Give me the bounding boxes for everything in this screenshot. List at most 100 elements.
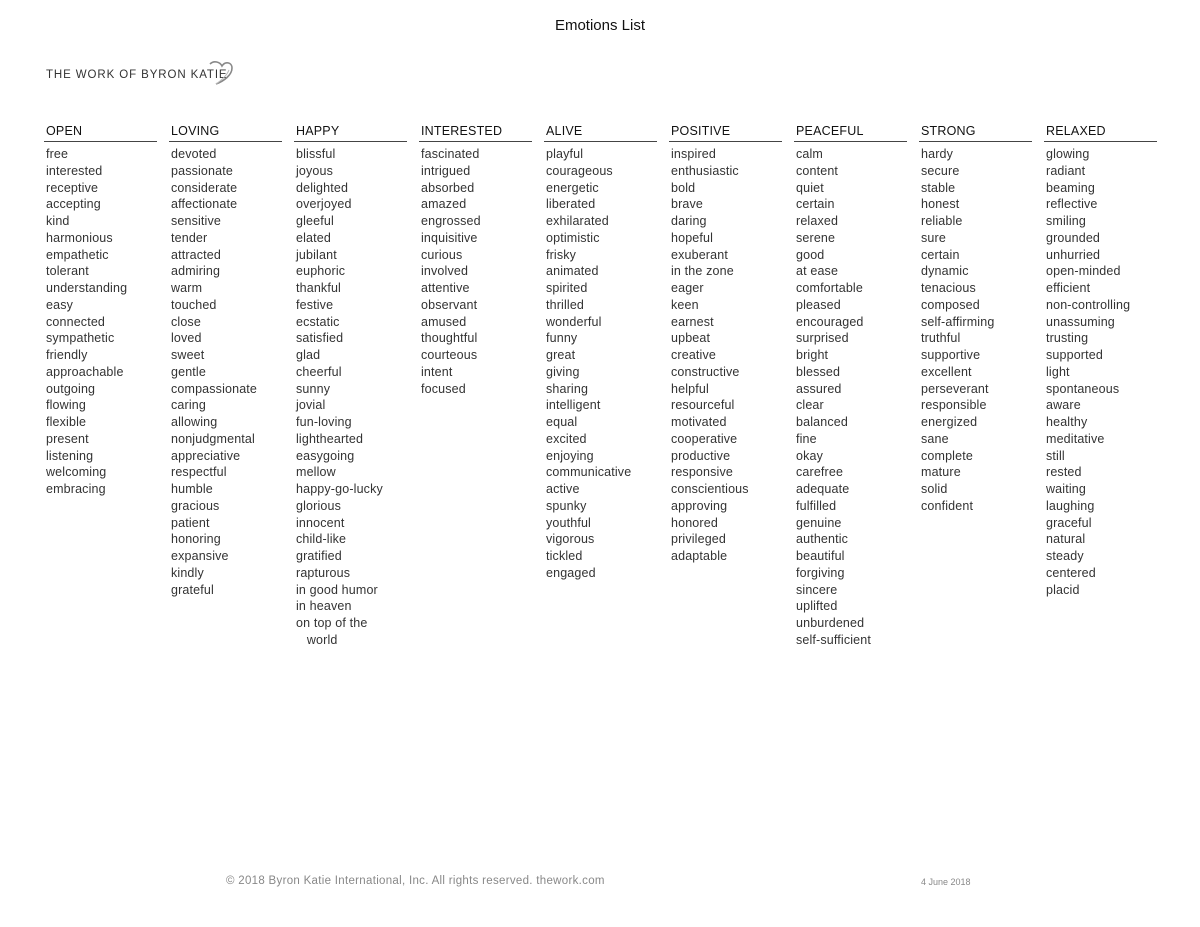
emotion-item: amused	[421, 314, 467, 329]
emotion-item: attentive	[421, 281, 470, 295]
emotion-item: keen	[671, 297, 699, 312]
emotion-item: cooperative	[671, 431, 738, 446]
emotion-item: intrigued	[421, 163, 471, 178]
emotion-item: natural	[1046, 532, 1086, 547]
emotion-column-loving: LOVING devoted passionate considerate affect…	[169, 124, 282, 598]
emotion-item: in good humor	[296, 582, 378, 597]
emotion-item: self-affirming	[921, 314, 995, 329]
emotion-item: admiring	[171, 264, 221, 279]
emotion-column-strong: STRONG hardy secure stable honest reliable sur…	[919, 124, 1032, 515]
emotion-item: calm	[796, 147, 823, 161]
emotion-item: encouraged	[796, 314, 864, 329]
emotion-item: amazed	[421, 197, 467, 212]
emotion-item: good	[796, 247, 825, 262]
emotion-item: rapturous	[296, 565, 351, 580]
emotion-list: fascinated intrigued absorbed amazed engross…	[419, 146, 532, 397]
emotion-item: steady	[1046, 549, 1084, 563]
emotion-item: humble	[171, 482, 213, 496]
emotion-item: flexible	[46, 415, 87, 429]
emotion-item: beaming	[1046, 180, 1095, 195]
emotion-item: in heaven	[296, 599, 352, 614]
emotion-item: non-controlling	[1046, 297, 1131, 312]
emotion-item: frisky	[546, 247, 577, 262]
emotion-item: funny	[546, 331, 578, 346]
emotion-item: motivated	[671, 415, 727, 429]
emotion-item: lighthearted	[296, 431, 364, 446]
emotion-item: ecstatic	[296, 314, 340, 329]
emotion-item: tenacious	[921, 281, 976, 295]
emotion-item: sincere	[796, 582, 838, 597]
emotion-item: sweet	[171, 348, 205, 362]
emotion-item: cheerful	[296, 364, 342, 379]
emotion-item: vigorous	[546, 532, 595, 547]
emotion-item: understanding	[46, 281, 128, 295]
emotion-item: supportive	[921, 348, 981, 362]
emotion-item: appreciative	[171, 448, 241, 463]
emotion-item: open-minded	[1046, 264, 1121, 279]
emotion-item: giving	[546, 364, 580, 379]
emotion-item: conscientious	[671, 482, 749, 496]
column-header: PEACEFUL	[794, 124, 907, 142]
emotion-item: world	[296, 632, 338, 647]
emotion-item: honored	[671, 515, 718, 530]
emotion-item: secure	[921, 163, 960, 178]
emotion-item: privileged	[671, 532, 727, 547]
emotion-item: energized	[921, 415, 978, 429]
emotion-item: mature	[921, 465, 961, 480]
emotion-item: compassionate	[171, 381, 258, 396]
emotion-item: caring	[171, 398, 206, 413]
emotion-item: creative	[671, 348, 716, 362]
emotion-item: composed	[921, 297, 980, 312]
emotion-item: certain	[921, 247, 960, 262]
emotion-item: liberated	[546, 197, 596, 212]
emotion-item: adaptable	[671, 549, 728, 563]
emotion-item: graceful	[1046, 515, 1092, 530]
emotion-item: sensitive	[171, 214, 221, 228]
emotion-item: intent	[421, 364, 453, 379]
column-header: HAPPY	[294, 124, 407, 142]
emotion-item: thrilled	[546, 297, 585, 312]
emotion-item: friendly	[46, 348, 88, 362]
emotion-item: quiet	[796, 180, 824, 195]
emotion-item: unhurried	[1046, 247, 1101, 262]
emotion-item: devoted	[171, 147, 217, 161]
emotion-item: harmonious	[46, 230, 113, 245]
emotion-list: free interested receptive accepting kind harm…	[44, 146, 157, 498]
emotion-item: energetic	[546, 180, 599, 195]
emotion-item: child-like	[296, 532, 347, 547]
emotion-list: playful courageous energetic liberated exhil…	[544, 146, 657, 582]
emotion-item: approachable	[46, 364, 124, 379]
emotion-item: blessed	[796, 364, 841, 379]
emotion-item: jovial	[296, 398, 326, 413]
emotion-item: trusting	[1046, 331, 1089, 346]
emotion-item: curious	[421, 247, 463, 262]
emotion-item: kindly	[171, 565, 204, 580]
emotion-item: joyous	[296, 163, 334, 178]
emotion-item: courageous	[546, 163, 613, 178]
emotion-list: hardy secure stable honest reliable sure certa…	[919, 146, 1032, 515]
emotion-item: mellow	[296, 465, 336, 480]
emotion-item: stable	[921, 180, 956, 195]
emotion-item: balanced	[796, 415, 848, 429]
emotion-item: forgiving	[796, 565, 845, 580]
emotion-item: unburdened	[796, 616, 865, 630]
emotion-item: satisfied	[296, 331, 344, 346]
emotion-item: daring	[671, 214, 707, 228]
emotion-item: certain	[796, 197, 835, 212]
emotion-item: uplifted	[796, 599, 838, 614]
emotion-list: calm content quiet certain relaxed serene good…	[794, 146, 907, 649]
emotion-item: engaged	[546, 565, 596, 580]
emotion-item: reliable	[921, 214, 963, 228]
emotion-item: festive	[296, 297, 334, 312]
emotion-item: self-sufficient	[796, 632, 871, 647]
emotion-item: efficient	[1046, 281, 1091, 295]
emotion-item: sunny	[296, 381, 331, 396]
emotion-item: exuberant	[671, 247, 728, 262]
emotion-column-open: OPEN free interested receptive accepting kind…	[44, 124, 157, 498]
emotion-item: spirited	[546, 281, 588, 295]
column-header: LOVING	[169, 124, 282, 142]
emotion-item: rested	[1046, 465, 1082, 480]
emotion-item: authentic	[796, 532, 849, 547]
document-title: Emotions List	[554, 17, 646, 34]
emotion-item: constructive	[671, 364, 740, 379]
